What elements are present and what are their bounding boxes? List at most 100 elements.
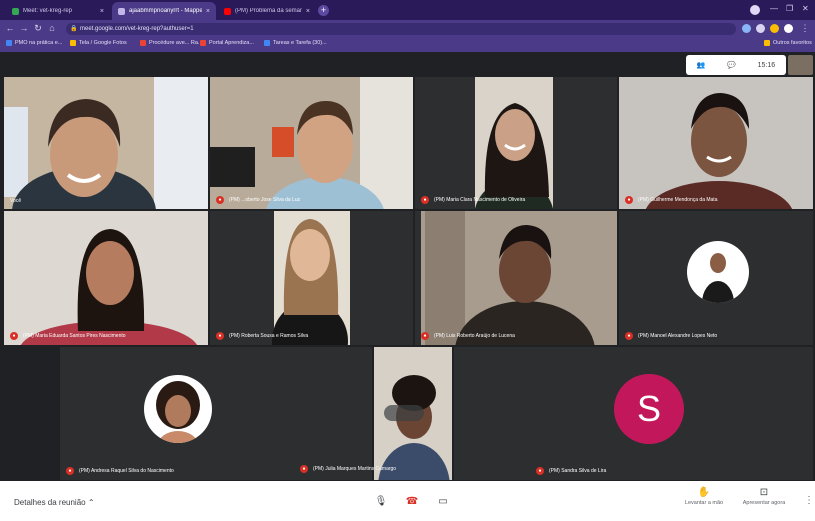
- participant-name: Você: [10, 198, 22, 204]
- profile-avatar[interactable]: [750, 5, 760, 15]
- participant-tile[interactable]: ● (PM) Maria Eduarda Santos Pires Nascime…: [4, 211, 208, 345]
- bookmark-label: Portal Aprendiza...: [209, 40, 254, 46]
- meeting-details-button[interactable]: Detalhes da reunião ⌃: [14, 498, 95, 507]
- bookmark-item[interactable]: Tareas e Tarefa (30)...: [264, 40, 327, 46]
- browser-menu-icon[interactable]: ⋮: [799, 23, 811, 34]
- camera-button[interactable]: ▭: [434, 493, 452, 511]
- participant-name: (PM) Manoel Alexandre Lopes Neto: [638, 333, 718, 339]
- youtube-favicon-icon: [224, 7, 231, 15]
- page-favicon-icon: [118, 7, 125, 15]
- tile-background: [60, 347, 372, 480]
- close-tab-icon[interactable]: ×: [206, 8, 210, 15]
- participant-video: [4, 211, 208, 345]
- bookmark-item[interactable]: PMO na prática e...: [6, 40, 62, 46]
- close-tab-icon[interactable]: ×: [100, 8, 104, 15]
- participant-label: ● (PM) Julia Marques Martins Camargo: [300, 465, 396, 473]
- bookmark-label: Tela / Google Fotos: [79, 40, 127, 46]
- self-preview-thumbnail[interactable]: [788, 55, 813, 75]
- bookmark-label: Tareas e Tarefa (30)...: [273, 40, 327, 46]
- participant-name: (PM) Maria Clara Nascimento de Oliveira: [434, 197, 526, 203]
- close-window-icon[interactable]: ✕: [802, 4, 809, 13]
- participant-name: (PM) Sandra Silva de Lira: [549, 468, 607, 474]
- participant-label: ● (PM) Sandra Silva de Lira: [536, 467, 606, 475]
- participant-avatar: [687, 241, 749, 303]
- back-icon[interactable]: ←: [4, 23, 16, 33]
- participant-tile[interactable]: ● (PM) Manoel Alexandre Lopes Neto: [619, 211, 813, 345]
- browser-tab[interactable]: (PM) Problema da semana - Yo ×: [218, 2, 316, 20]
- bookmark-item[interactable]: Tela / Google Fotos: [70, 40, 127, 46]
- mic-muted-icon: ●: [625, 332, 633, 340]
- participant-name: (PM) Guilherme Mendonça da Mata: [638, 197, 718, 203]
- meet-top-panel: 👥 💬 15:16: [686, 55, 786, 75]
- mic-muted-icon: ●: [421, 196, 429, 204]
- mic-muted-icon: ●: [10, 332, 18, 340]
- participant-name: (PM) ...oberto Jose Silva da Luz: [229, 197, 301, 203]
- browser-tab[interactable]: Meet: vet-kreg-rep ×: [6, 2, 110, 20]
- mic-muted-icon: ●: [625, 196, 633, 204]
- participant-name: (PM) Luis Roberto Araújo de Lucena: [434, 333, 515, 339]
- participant-video: [619, 77, 813, 209]
- tab-title: (PM) Problema da semana - Yo: [235, 8, 302, 14]
- participant-tile[interactable]: ● (PM) Maria Clara Nascimento de Oliveira: [415, 77, 617, 209]
- chevron-up-icon: ⌃: [87, 498, 95, 507]
- address-bar[interactable]: 🔒 meet.google.com/vet-kreg-rep?authuser=…: [66, 23, 736, 35]
- mic-muted-icon: ●: [216, 332, 224, 340]
- meet-favicon-icon: [12, 7, 19, 15]
- mic-muted-icon: ●: [216, 196, 224, 204]
- mic-muted-icon: ●: [421, 332, 429, 340]
- tile-overlay-controls[interactable]: [384, 405, 424, 421]
- bookmark-icon: [140, 40, 146, 46]
- forward-icon[interactable]: →: [18, 23, 30, 33]
- bookmark-icon: [200, 40, 206, 46]
- mic-muted-icon: ●: [66, 467, 74, 475]
- participant-tile[interactable]: ● (PM) Andresa Raquel Silva do Nascimento: [4, 347, 372, 480]
- maximize-icon[interactable]: ❐: [786, 4, 793, 13]
- hand-icon: ✋: [697, 487, 711, 498]
- raise-hand-button[interactable]: ✋ Levantar a mão: [674, 487, 734, 506]
- leave-call-button[interactable]: ☎: [403, 493, 421, 511]
- participant-tile[interactable]: [374, 347, 452, 480]
- bookmark-label: PMO na prática e...: [15, 40, 63, 46]
- star-icon[interactable]: [756, 24, 765, 33]
- tab-title: ajaabmmpnoanyrrt - Mapper: [129, 8, 202, 14]
- browser-tab-strip: Meet: vet-kreg-rep × ajaabmmpnoanyrrt - …: [0, 0, 815, 20]
- participant-video: [4, 77, 208, 209]
- meeting-details-label: Detalhes da reunião: [14, 498, 86, 507]
- participant-avatar-initial: S: [614, 374, 684, 444]
- more-options-icon[interactable]: ⋮: [804, 495, 814, 506]
- participant-tile[interactable]: ● (PM) Luis Roberto Araújo de Lucena: [415, 211, 617, 345]
- participant-label: ● (PM) Roberta Sousa e Ramos Silva: [216, 332, 308, 340]
- reload-icon[interactable]: ↻: [32, 23, 44, 34]
- participant-label: ● (PM) Andresa Raquel Silva do Nascimento: [66, 467, 174, 475]
- participant-video: [210, 211, 413, 345]
- minimize-icon[interactable]: —: [770, 4, 778, 13]
- participant-label: ● (PM) Maria Clara Nascimento de Oliveira: [421, 196, 525, 204]
- profile-photo: [156, 381, 200, 443]
- mic-icon: 🎙: [374, 496, 388, 507]
- participant-name: (PM) Julia Marques Martins Camargo: [313, 466, 397, 472]
- participant-tile[interactable]: Você: [4, 77, 208, 209]
- browser-tab-active[interactable]: ajaabmmpnoanyrrt - Mapper ×: [112, 2, 216, 20]
- browser-navbar: ← → ↻ ⌂ 🔒 meet.google.com/vet-kreg-rep?a…: [0, 20, 815, 38]
- participant-video: [415, 211, 617, 345]
- home-icon[interactable]: ⌂: [46, 23, 58, 33]
- bookmark-icon: [70, 40, 76, 46]
- camera-permission-icon[interactable]: [742, 24, 751, 33]
- mic-muted-icon: ●: [300, 465, 308, 473]
- participant-tile[interactable]: ● (PM) Guilherme Mendonça da Mata: [619, 77, 813, 209]
- bookmark-item[interactable]: Procédure ave... Ra...: [140, 40, 203, 46]
- mic-button[interactable]: 🎙: [372, 493, 390, 511]
- participant-tile[interactable]: ● (PM) Roberta Sousa e Ramos Silva: [210, 211, 413, 345]
- close-tab-icon[interactable]: ×: [306, 8, 310, 15]
- bookmark-item[interactable]: Outros favoritos: [764, 40, 812, 46]
- bookmarks-bar: PMO na prática e... Tela / Google Fotos …: [0, 38, 815, 52]
- account-icon[interactable]: [784, 24, 793, 33]
- participant-tile[interactable]: ● (PM) ...oberto Jose Silva da Luz: [210, 77, 413, 209]
- present-now-button[interactable]: ⊡ Apresentar agora: [734, 487, 794, 506]
- new-tab-button[interactable]: +: [318, 5, 329, 16]
- bookmark-item[interactable]: Portal Aprendiza...: [200, 40, 254, 46]
- bookmark-label: Outros favoritos: [773, 40, 812, 46]
- chat-icon[interactable]: 💬: [727, 61, 736, 69]
- people-icon[interactable]: 👥: [697, 61, 706, 69]
- extension-icon[interactable]: [770, 24, 779, 33]
